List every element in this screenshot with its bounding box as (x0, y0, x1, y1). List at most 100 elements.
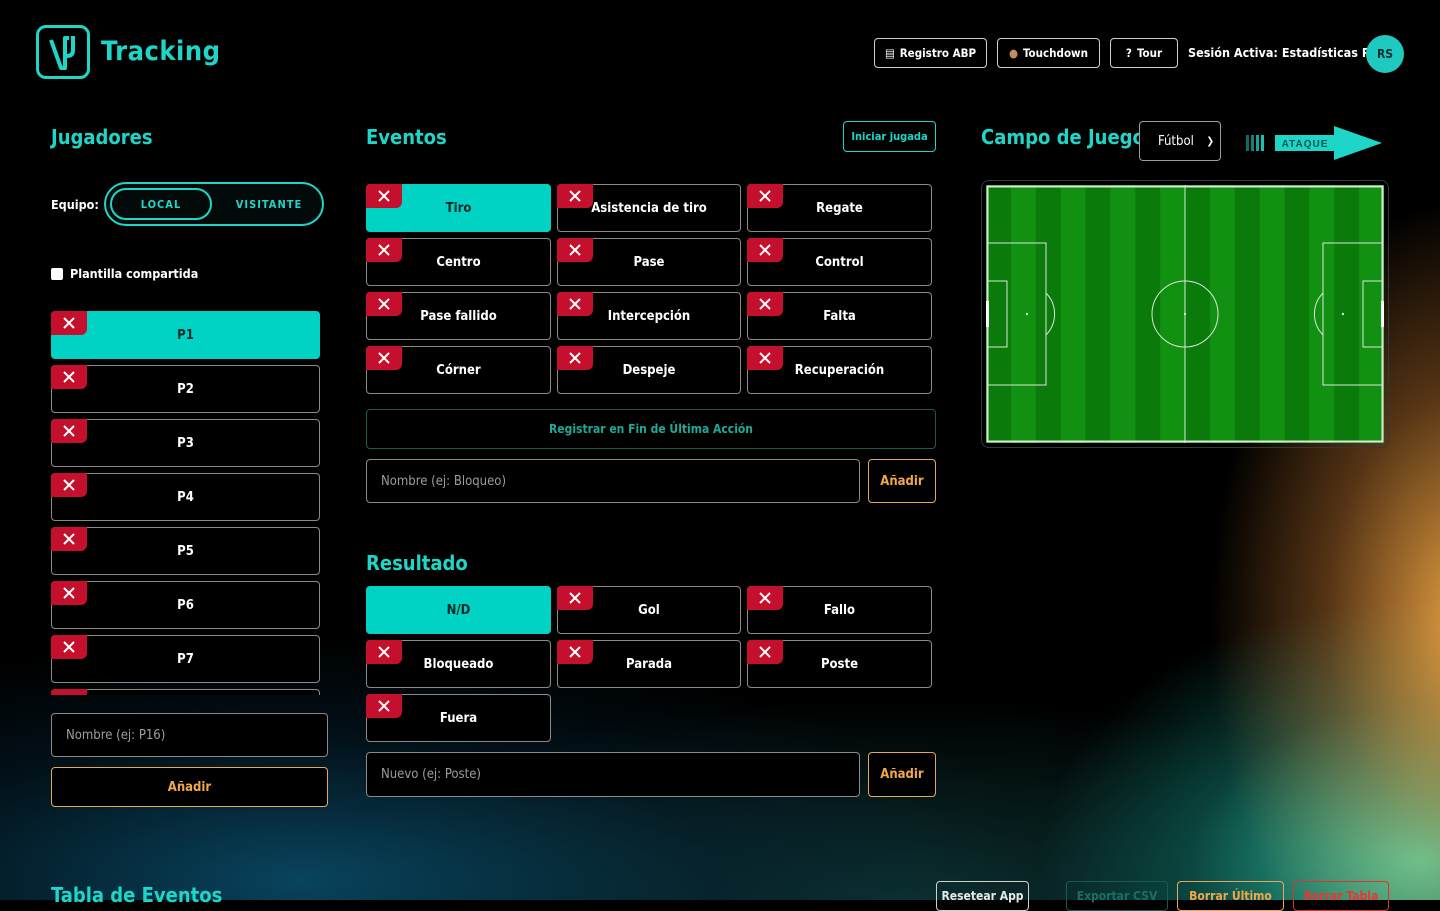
close-icon (378, 298, 390, 310)
attack-direction-indicator: ATAQUE (1246, 126, 1382, 160)
close-icon (569, 592, 581, 604)
result-item[interactable]: N/D (366, 586, 551, 634)
team-toggle: LOCAL VISITANTE (104, 182, 324, 226)
event-item[interactable]: Tiro (366, 184, 551, 232)
close-icon (569, 352, 581, 364)
result-name-input[interactable]: Nuevo (ej: Poste) (366, 752, 860, 797)
export-csv-button[interactable]: Exportar CSV (1066, 881, 1168, 911)
event-item[interactable]: Despeje (557, 346, 741, 394)
app-logo (36, 25, 90, 79)
result-item[interactable]: Poste (747, 640, 932, 688)
result-item[interactable]: Bloqueado (366, 640, 551, 688)
delete-last-button[interactable]: Borrar Último (1177, 881, 1284, 911)
result-item[interactable]: Gol (557, 586, 741, 634)
delete-button[interactable] (747, 238, 783, 262)
delete-player-button[interactable] (51, 311, 87, 335)
event-item[interactable]: Asistencia de tiro (557, 184, 741, 232)
event-item[interactable]: Regate (747, 184, 932, 232)
register-end-button[interactable]: Registrar en Fin de Última Acción (366, 409, 936, 449)
delete-button[interactable] (747, 292, 783, 316)
delete-button[interactable] (557, 586, 593, 610)
delete-button[interactable] (557, 346, 593, 370)
player-item[interactable]: P4 (51, 473, 320, 521)
add-event-button[interactable]: Añadir (868, 459, 936, 503)
event-item[interactable]: Falta (747, 292, 932, 340)
delete-button[interactable] (557, 238, 593, 262)
player-name-input[interactable]: Nombre (ej: P16) (51, 713, 328, 757)
event-item[interactable]: Recuperación (747, 346, 932, 394)
team-local-button[interactable]: LOCAL (110, 188, 212, 220)
delete-button[interactable] (747, 640, 783, 664)
delete-player-button[interactable] (51, 689, 87, 695)
delete-button[interactable] (366, 292, 402, 316)
sport-select[interactable]: Fútbol ❯ (1139, 121, 1221, 161)
chevron-down-icon: ❯ (1206, 135, 1214, 147)
close-icon (759, 298, 771, 310)
delete-player-button[interactable] (51, 581, 87, 605)
player-item[interactable]: P2 (51, 365, 320, 413)
avatar[interactable]: RS (1366, 35, 1404, 73)
event-item[interactable]: Córner (366, 346, 551, 394)
shared-roster-row[interactable]: Plantilla compartida (51, 266, 198, 281)
delete-button[interactable] (366, 640, 402, 664)
player-item[interactable]: P1 (51, 311, 320, 359)
event-item[interactable]: Pase (557, 238, 741, 286)
tour-button[interactable]: ? Tour (1110, 38, 1178, 68)
delete-player-button[interactable] (51, 473, 87, 497)
delete-player-button[interactable] (51, 419, 87, 443)
delete-button[interactable] (366, 694, 402, 718)
delete-button[interactable] (366, 238, 402, 262)
reset-app-button[interactable]: Resetear App (936, 881, 1029, 911)
close-icon (378, 190, 390, 202)
event-item[interactable]: Centro (366, 238, 551, 286)
touchdown-button[interactable]: ● Touchdown (997, 38, 1100, 68)
logo-icon (49, 36, 75, 70)
event-item[interactable]: Control (747, 238, 932, 286)
shared-roster-label: Plantilla compartida (70, 266, 199, 281)
result-item[interactable]: Fallo (747, 586, 932, 634)
registro-abp-button[interactable]: ▤ Registro ABP (874, 38, 987, 68)
attack-label: ATAQUE (1282, 139, 1329, 150)
close-icon (378, 646, 390, 658)
delete-button[interactable] (747, 184, 783, 208)
delete-button[interactable] (366, 346, 402, 370)
delete-button[interactable] (747, 346, 783, 370)
close-icon (569, 190, 581, 202)
player-item-partial[interactable] (51, 689, 320, 695)
player-item[interactable]: P7 (51, 635, 320, 683)
event-item[interactable]: Pase fallido (366, 292, 551, 340)
delete-button[interactable] (557, 292, 593, 316)
close-icon (569, 244, 581, 256)
event-name-input[interactable]: Nombre (ej: Bloqueo) (366, 459, 860, 503)
add-player-button[interactable]: Añadir (51, 767, 328, 807)
delete-button[interactable] (557, 640, 593, 664)
player-item[interactable]: P6 (51, 581, 320, 629)
result-item[interactable]: Parada (557, 640, 741, 688)
app-title: Tracking (101, 36, 221, 67)
close-icon (759, 352, 771, 364)
player-item[interactable]: P3 (51, 419, 320, 467)
player-list[interactable]: P1 P2 P3 P4 P5 P6 P7 (51, 311, 321, 695)
team-visitante-button[interactable]: VISITANTE (218, 188, 320, 220)
player-item[interactable]: P5 (51, 527, 320, 575)
add-result-button[interactable]: Añadir (868, 752, 936, 797)
clipboard-icon: ▤ (884, 46, 895, 60)
close-icon (759, 646, 771, 658)
football-pitch[interactable] (986, 185, 1384, 443)
players-title: Jugadores (51, 125, 153, 149)
close-icon (378, 700, 390, 712)
delete-player-button[interactable] (51, 635, 87, 659)
delete-button[interactable] (366, 184, 402, 208)
start-play-button[interactable]: Iniciar jugada (843, 121, 936, 152)
shared-roster-checkbox[interactable] (51, 267, 63, 280)
close-icon (63, 533, 75, 545)
result-item[interactable]: Fuera (366, 694, 551, 742)
delete-player-button[interactable] (51, 365, 87, 389)
close-icon (63, 371, 75, 383)
events-title: Eventos (366, 125, 447, 149)
delete-button[interactable] (747, 586, 783, 610)
delete-button[interactable] (557, 184, 593, 208)
clear-table-button[interactable]: Borrar Tabla (1293, 881, 1389, 911)
event-item[interactable]: Intercepción (557, 292, 741, 340)
delete-player-button[interactable] (51, 527, 87, 551)
